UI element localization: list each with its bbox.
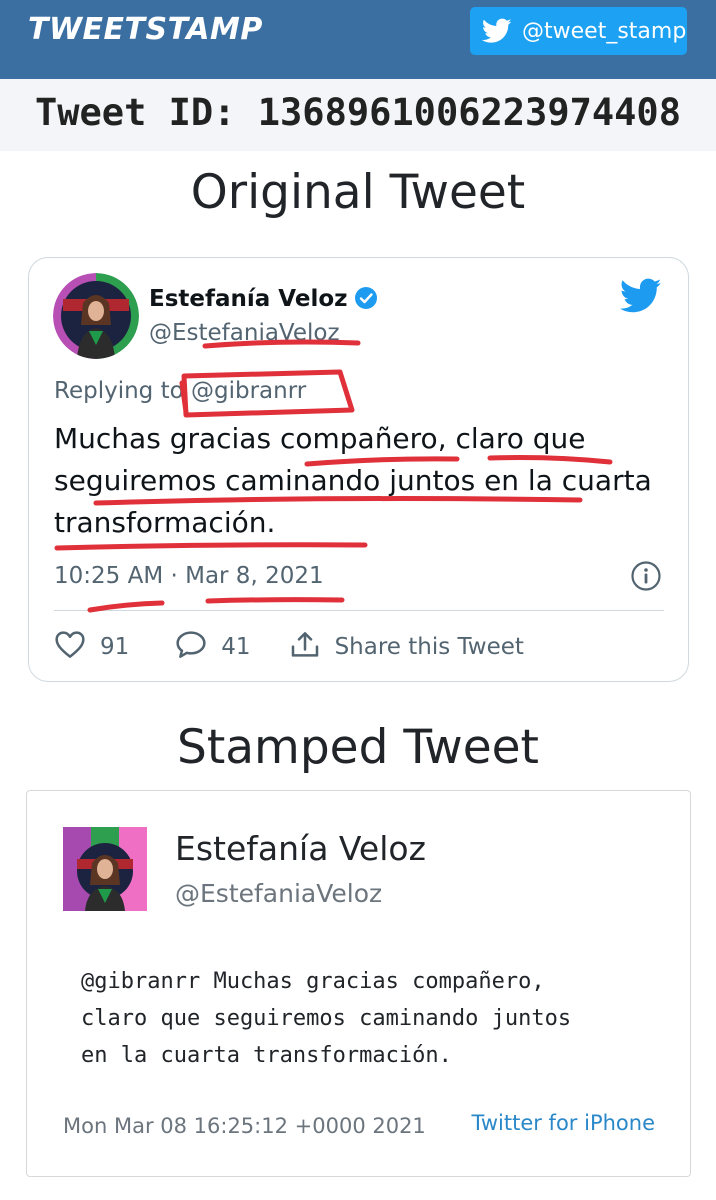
twitter-bird-icon[interactable] xyxy=(619,278,662,314)
replying-prefix: Replying to xyxy=(54,378,184,404)
share-icon xyxy=(289,629,335,665)
tweet-text: Muchas gracias compañero, claro que segu… xyxy=(54,422,652,539)
author-handle: @EstefaniaVeloz xyxy=(175,879,383,908)
stamp-date: Mon Mar 08 16:25:12 +0000 2021 xyxy=(63,1114,426,1138)
author-handle[interactable]: @EstefaniaVeloz xyxy=(149,320,340,346)
author-name[interactable]: Estefanía Veloz xyxy=(149,286,378,316)
author-name: Estefanía Veloz xyxy=(175,829,426,868)
info-icon[interactable] xyxy=(630,560,662,592)
like-button[interactable]: 91 xyxy=(54,629,129,665)
twitter-button-label: @tweet_stamp xyxy=(522,18,687,44)
stamped-tweet-heading: Stamped Tweet xyxy=(176,720,539,775)
stamped-tweet-text: @gibranrr Muchas gracias compañero, clar… xyxy=(81,969,572,1068)
tweet-timestamp[interactable]: 10:25 AM · Mar 8, 2021 xyxy=(54,563,324,589)
divider xyxy=(54,610,664,611)
author-name-text: Estefanía Veloz xyxy=(149,286,348,312)
replying-handle-link[interactable]: @gibranrr xyxy=(191,378,306,404)
avatar xyxy=(63,827,147,911)
heart-icon xyxy=(54,629,100,665)
avatar[interactable] xyxy=(53,273,139,359)
twitter-follow-button[interactable]: @tweet_stamp xyxy=(470,7,687,55)
twitter-bird-icon xyxy=(482,18,512,44)
tweet-actions: 91 41 Share this Tweet xyxy=(54,630,524,664)
share-label: Share this Tweet xyxy=(334,634,524,660)
like-count: 91 xyxy=(100,634,130,660)
reply-count: 41 xyxy=(221,634,251,660)
reply-bubble-icon xyxy=(175,629,221,665)
original-tweet-heading: Original Tweet xyxy=(190,165,526,220)
tweet-id-bar: Tweet ID: 1368961006223974408 xyxy=(0,79,716,151)
source-link[interactable]: Twitter for iPhone xyxy=(472,1111,656,1135)
tweet-id-text: Tweet ID: 1368961006223974408 xyxy=(34,91,681,134)
brand-logo[interactable]: TWEETSTAMP xyxy=(28,12,263,47)
original-tweet-card[interactable]: Estefanía Veloz @EstefaniaVeloz Replying… xyxy=(28,257,689,682)
stamped-tweet-card: Estefanía Veloz @EstefaniaVeloz @gibranr… xyxy=(26,790,691,1177)
replying-to-line: Replying to @gibranrr xyxy=(54,378,306,404)
verified-badge-icon xyxy=(354,286,378,316)
reply-button[interactable]: 41 xyxy=(175,629,251,665)
share-button[interactable]: Share this Tweet xyxy=(289,629,524,665)
top-navbar: TWEETSTAMP @tweet_stamp xyxy=(0,0,716,79)
